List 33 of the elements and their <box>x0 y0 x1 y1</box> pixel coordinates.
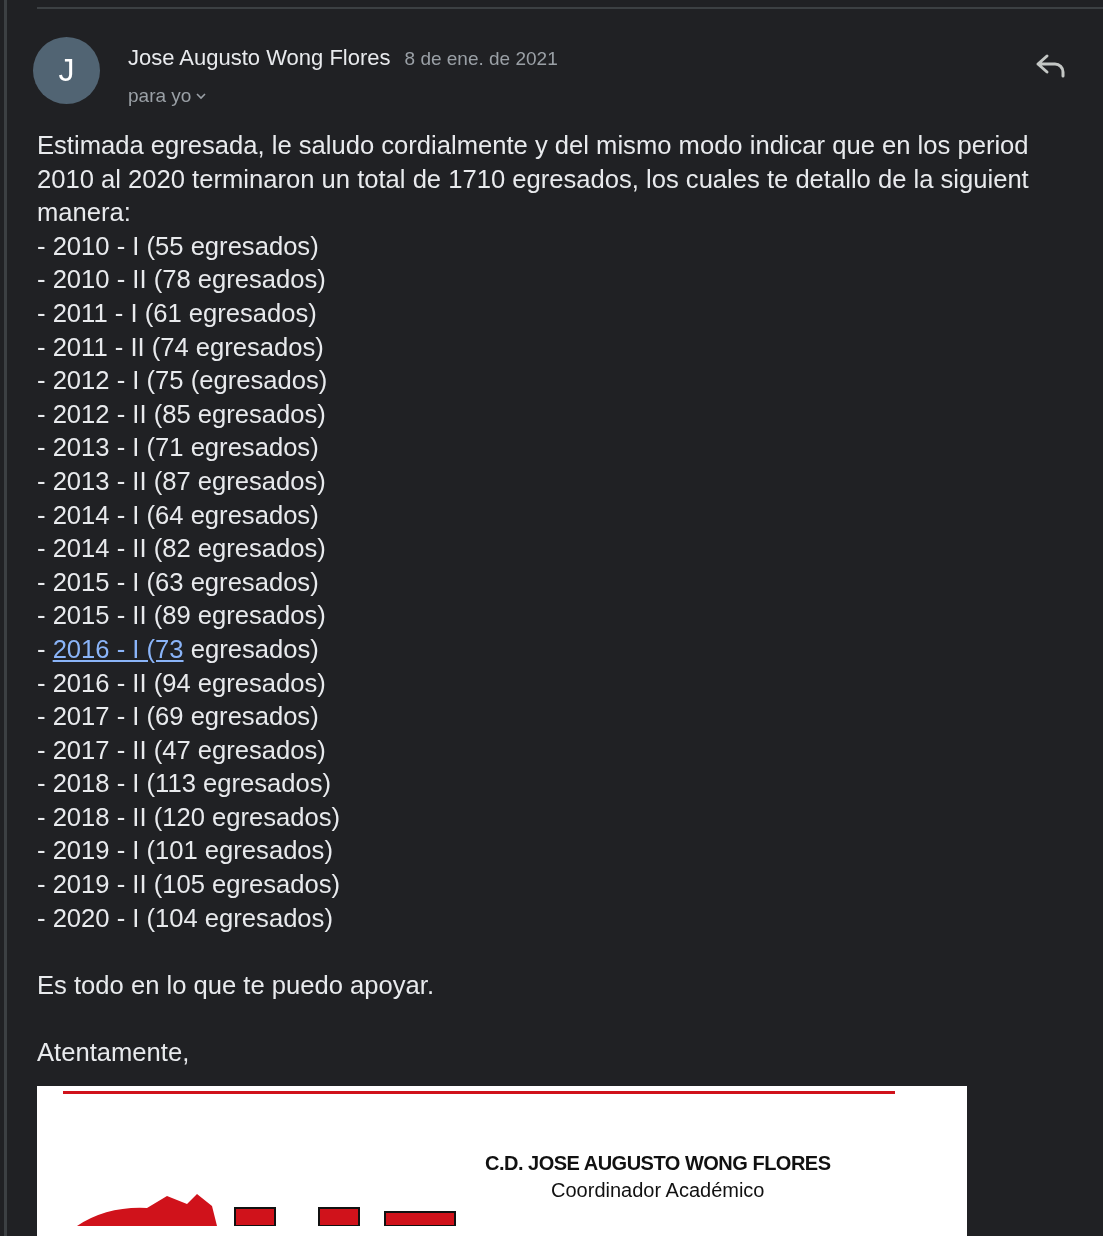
list-line: - 2019 - II (105 egresados) <box>37 869 342 901</box>
avatar: J <box>33 37 100 104</box>
closing-text: Es todo en lo que te puedo apoyar. <box>37 969 435 1001</box>
signature-name: C.D. JOSE AUGUSTO WONG FLORES <box>485 1151 831 1175</box>
list-line: - 2011 - I (61 egresados) <box>37 297 318 329</box>
list-line: - 2010 - II (78 egresados) <box>37 264 327 296</box>
list-line: - 2017 - I (69 egresados) <box>37 701 320 733</box>
date-link[interactable]: 2016 - I (73 <box>52 634 184 663</box>
list-line: - 2018 - II (120 egresados) <box>37 801 342 833</box>
list-line: - 2016 - I (73 egresados) <box>37 633 320 665</box>
list-line: - 2014 - I (64 egresados) <box>37 499 320 531</box>
list-line: - 2011 - II (74 egresados) <box>37 331 325 363</box>
sender-name: Jose Augusto Wong Flores <box>128 45 391 71</box>
list-line: - 2012 - I (75 (egresados) <box>37 365 329 397</box>
list-line: - 2013 - II (87 egresados) <box>37 465 327 497</box>
list-line: - 2014 - II (82 egresados) <box>37 533 327 565</box>
list-line: - 2019 - I (101 egresados) <box>37 835 334 867</box>
list-line: - 2015 - II (89 egresados) <box>37 600 327 632</box>
list-line: - 2015 - I (63 egresados) <box>37 566 320 598</box>
reply-button[interactable] <box>1035 53 1067 79</box>
list-line: - 2020 - I (104 egresados) <box>37 902 334 934</box>
signoff-text: Atentamente, <box>37 1037 191 1069</box>
chevron-down-icon <box>195 92 208 100</box>
list-line: - 2017 - II (47 egresados) <box>37 734 327 766</box>
recipient-dropdown[interactable]: para yo <box>128 85 208 107</box>
signature-role: Coordinador Académico <box>551 1178 765 1202</box>
list-line: - 2018 - I (113 egresados) <box>37 768 332 800</box>
list-line: - 2016 - II (94 egresados) <box>37 667 327 699</box>
message-date: 8 de ene. de 2021 <box>404 48 558 70</box>
intro-paragraph: Estimada egresada, le saludo cordialmente y del mismo modo indicar que en los period 2010 al 2020 terminaron un total de 1710 egresados, los cuales te detallo de la siguient manera: <box>37 130 1030 229</box>
list-line: - 2012 - II (85 egresados) <box>37 398 327 430</box>
list-line: - 2010 - I (55 egresados) <box>37 230 320 262</box>
list-line: - 2013 - I (71 egresados) <box>37 432 320 464</box>
